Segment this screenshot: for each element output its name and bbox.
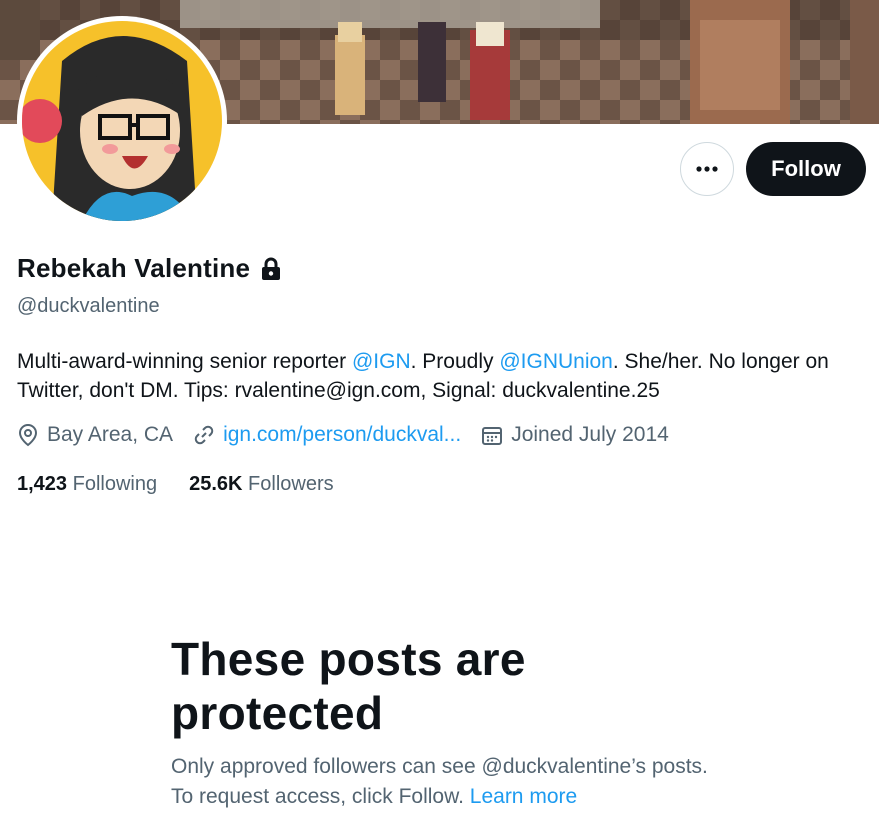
- bio-text: . Proudly: [410, 350, 500, 373]
- website-link[interactable]: ign.com/person/duckval...: [223, 423, 461, 447]
- location-text: Bay Area, CA: [47, 423, 174, 446]
- more-options-button[interactable]: [680, 142, 734, 196]
- profile-handle: @duckvalentine: [17, 295, 160, 317]
- follow-stats: 1,423 Following 25.6K Followers: [17, 473, 366, 496]
- profile-name: Rebekah Valentine: [17, 253, 251, 283]
- calendar-icon: [482, 427, 503, 445]
- profile-name-row: Rebekah Valentine: [17, 253, 282, 284]
- protected-desc-text: Only approved followers can see @duckval…: [171, 755, 708, 808]
- bio-mention-ign[interactable]: @IGN: [352, 350, 411, 373]
- protected-description: Only approved followers can see @duckval…: [171, 752, 731, 812]
- website-item: ign.com/person/duckval...: [193, 423, 461, 447]
- location-item: Bay Area, CA: [17, 423, 173, 447]
- bio-text: Multi-award-winning senior reporter: [17, 350, 352, 373]
- avatar-image: [22, 21, 222, 221]
- follow-button[interactable]: Follow: [746, 142, 866, 196]
- location-pin-icon: [18, 423, 38, 447]
- bio-mention-ignunion[interactable]: @IGNUnion: [499, 350, 613, 373]
- link-icon: [194, 425, 214, 445]
- profile-bio: Multi-award-winning senior reporter @IGN…: [17, 347, 867, 405]
- joined-item: Joined July 2014: [481, 423, 669, 447]
- learn-more-link[interactable]: Learn more: [470, 785, 577, 808]
- more-icon: [696, 166, 718, 172]
- following-label: Following: [72, 473, 158, 495]
- joined-text: Joined July 2014: [511, 423, 669, 446]
- following-count: 1,423: [17, 473, 68, 495]
- profile-avatar[interactable]: [17, 16, 227, 226]
- profile-meta: Bay Area, CA ign.com/person/duckval... J…: [17, 423, 689, 447]
- followers-count: 25.6K: [189, 473, 243, 495]
- followers-link[interactable]: 25.6K Followers: [189, 473, 334, 496]
- following-link[interactable]: 1,423 Following: [17, 473, 157, 496]
- lock-icon: [260, 257, 282, 281]
- followers-label: Followers: [248, 473, 334, 495]
- protected-title: These posts are protected: [171, 633, 526, 739]
